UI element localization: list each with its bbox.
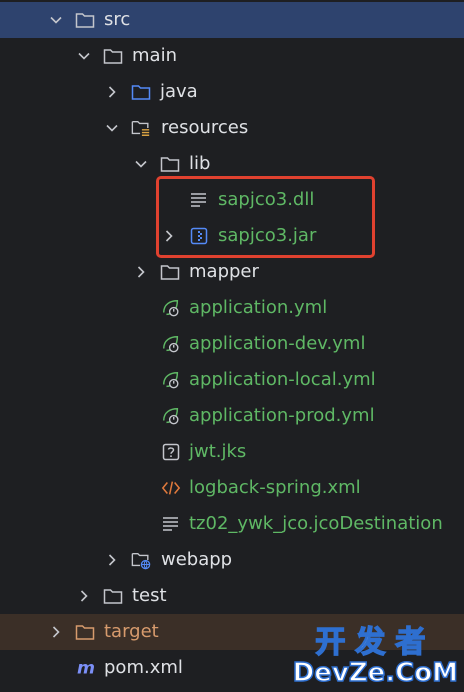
tree-row-application-prod-yml[interactable]: application-prod.yml bbox=[0, 398, 464, 434]
source-folder-icon bbox=[131, 82, 151, 102]
svg-text:m: m bbox=[77, 659, 95, 677]
chevron-right-icon[interactable] bbox=[104, 552, 120, 568]
excluded-folder-icon bbox=[75, 622, 95, 642]
tree-label-webapp: webapp bbox=[161, 549, 233, 570]
tree-label-pom-xml: pom.xml bbox=[104, 657, 183, 678]
web-folder-icon bbox=[131, 550, 151, 570]
folder-icon bbox=[160, 262, 180, 282]
watermark-en: DevZe.CoM bbox=[292, 658, 459, 689]
chevron-down-icon[interactable] bbox=[104, 120, 120, 136]
tree-label-application-yml: application.yml bbox=[189, 297, 328, 318]
tree-row-application-local-yml[interactable]: application-local.yml bbox=[0, 362, 464, 398]
tree-row-java[interactable]: java bbox=[0, 74, 464, 110]
spring-config-icon bbox=[161, 370, 181, 390]
folder-icon bbox=[75, 10, 95, 30]
tree-row-mapper[interactable]: mapper bbox=[0, 254, 464, 290]
watermark: 开发者 DevZe.CoM bbox=[292, 625, 459, 689]
tree-label-test: test bbox=[132, 585, 167, 606]
tree-row-src[interactable]: src bbox=[0, 2, 464, 38]
tree-row-webapp[interactable]: webapp bbox=[0, 542, 464, 578]
tree-label-target: target bbox=[104, 621, 159, 642]
tree-row-application-yml[interactable]: application.yml bbox=[0, 290, 464, 326]
folder-icon bbox=[160, 154, 180, 174]
tree-label-jwt-jks: jwt.jks bbox=[189, 441, 247, 462]
chevron-right-icon[interactable] bbox=[48, 624, 64, 640]
tree-row-logback-spring-xml[interactable]: logback-spring.xml bbox=[0, 470, 464, 506]
spring-config-icon bbox=[161, 298, 181, 318]
tree-row-test[interactable]: test bbox=[0, 578, 464, 614]
tree-label-src: src bbox=[104, 9, 131, 30]
spring-config-icon bbox=[161, 334, 181, 354]
tree-row-application-dev-yml[interactable]: application-dev.yml bbox=[0, 326, 464, 362]
tree-label-main: main bbox=[132, 45, 177, 66]
tree-label-logback-spring-xml: logback-spring.xml bbox=[189, 477, 361, 498]
tree-label-mapper: mapper bbox=[189, 261, 259, 282]
tree-label-jco-destination: tz02_ywk_jco.jcoDestination bbox=[189, 513, 443, 534]
chevron-down-icon[interactable] bbox=[48, 12, 64, 28]
tree-row-resources[interactable]: resources bbox=[0, 110, 464, 146]
chevron-right-icon[interactable] bbox=[104, 84, 120, 100]
tree-label-application-local-yml: application-local.yml bbox=[189, 369, 376, 390]
unknown-file-icon bbox=[161, 442, 181, 462]
tree-row-jco-destination[interactable]: tz02_ywk_jco.jcoDestination bbox=[0, 506, 464, 542]
folder-icon bbox=[103, 46, 123, 66]
tree-label-resources: resources bbox=[161, 117, 249, 138]
watermark-cn: 开发者 bbox=[315, 625, 436, 661]
tree-label-application-prod-yml: application-prod.yml bbox=[189, 405, 375, 426]
text-file-icon bbox=[161, 514, 181, 534]
tree-row-main[interactable]: main bbox=[0, 38, 464, 74]
tree-label-java: java bbox=[160, 81, 198, 102]
folder-icon bbox=[103, 586, 123, 606]
chevron-right-icon[interactable] bbox=[76, 588, 92, 604]
xml-file-icon bbox=[161, 478, 181, 498]
tree-row-jwt-jks[interactable]: jwt.jks bbox=[0, 434, 464, 470]
chevron-right-icon[interactable] bbox=[133, 264, 149, 280]
tree-label-application-dev-yml: application-dev.yml bbox=[189, 333, 366, 354]
project-tree: src main java resources lib sapjco3.dll … bbox=[0, 0, 464, 692]
highlight-box bbox=[156, 176, 375, 258]
maven-icon: m bbox=[77, 658, 97, 678]
chevron-down-icon[interactable] bbox=[76, 48, 92, 64]
chevron-down-icon[interactable] bbox=[133, 156, 149, 172]
spring-config-icon bbox=[161, 406, 181, 426]
resources-folder-icon bbox=[131, 118, 151, 138]
